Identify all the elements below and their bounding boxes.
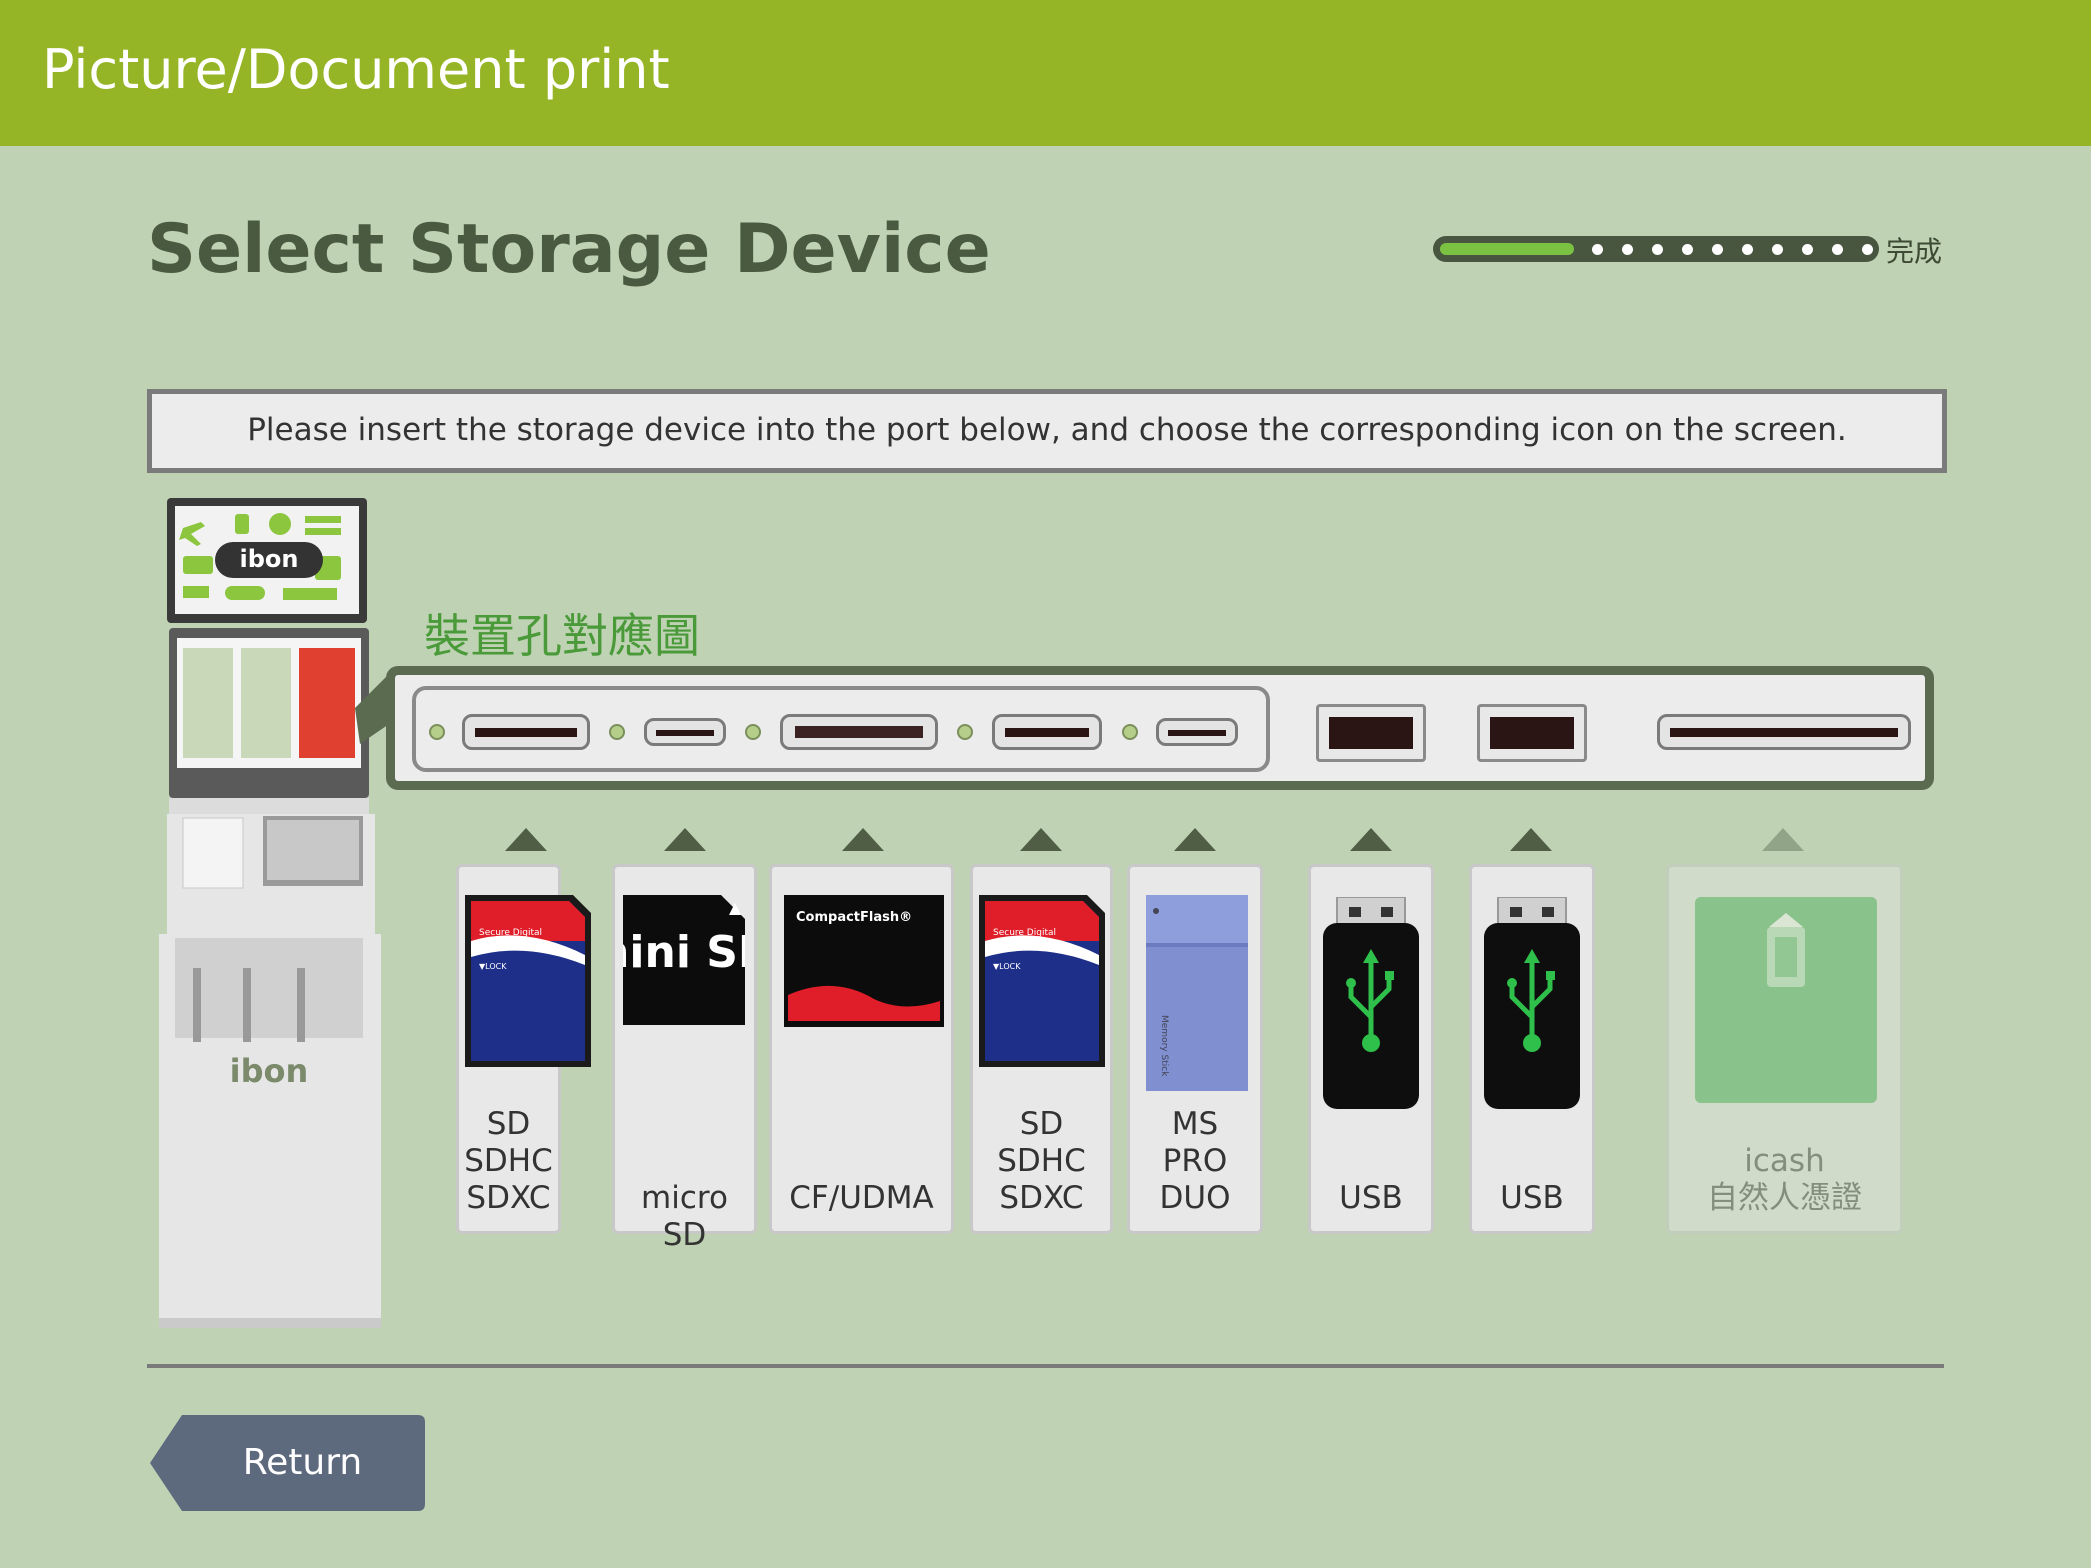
device-label-line: SD: [486, 1106, 531, 1142]
device-label-line: SDXC: [466, 1180, 551, 1216]
device-button-ms[interactable]: Memory Stick MS PRO DUO: [1127, 864, 1263, 1234]
progress-step-dot: [1592, 244, 1603, 255]
kiosk-body-logo: ibon: [230, 1052, 309, 1090]
return-button-label: Return: [242, 1442, 363, 1483]
port-led: [745, 724, 761, 740]
svg-text:▼LOCK: ▼LOCK: [479, 962, 507, 971]
progress-fill: [1440, 243, 1574, 255]
footer-divider: [147, 1364, 1944, 1368]
slot-arrow: [664, 828, 706, 851]
instruction-text: Please insert the storage device into th…: [247, 412, 1847, 448]
slot-arrow: [1510, 828, 1552, 851]
cf-slot: [780, 714, 938, 750]
device-label-line: icash: [1744, 1143, 1825, 1179]
device-button-sd[interactable]: Secure Digital ▼LOCK SD SDHC SDXC: [456, 864, 591, 1234]
sd-slot: [462, 714, 590, 750]
progress-step-dot: [1742, 244, 1753, 255]
device-label-line: PRO: [1162, 1143, 1228, 1179]
svg-text:CompactFlash®: CompactFlash®: [796, 910, 912, 925]
ms-slot: [1156, 718, 1238, 746]
progress-step-dot: [1622, 244, 1633, 255]
micro-sd-card-icon: mini SD: [623, 895, 745, 1025]
slot-arrow: [1020, 828, 1062, 851]
progress-step-dot: [1712, 244, 1723, 255]
progress-step-dot: [1862, 244, 1873, 255]
device-label-line: SDHC: [464, 1143, 553, 1179]
microsd-slot: [644, 718, 726, 746]
device-label-line: SDHC: [997, 1143, 1086, 1179]
slot-arrow: [505, 828, 547, 851]
slot-arrow: [1350, 828, 1392, 851]
svg-text:Memory Stick: Memory Stick: [1159, 1015, 1169, 1077]
device-label-line: USB: [1339, 1180, 1403, 1216]
device-label-line: CF/UDMA: [789, 1180, 934, 1216]
page-title: Select Storage Device: [147, 210, 991, 289]
compact-flash-icon: CompactFlash®: [784, 895, 944, 1027]
port-led: [609, 724, 625, 740]
device-label-line: USB: [1500, 1180, 1564, 1216]
progress-step-dot: [1682, 244, 1693, 255]
device-button-cf[interactable]: CompactFlash® CF/UDMA: [769, 864, 954, 1234]
port-led: [1122, 724, 1138, 740]
slot-arrow: [842, 828, 884, 851]
port-led: [957, 724, 973, 740]
usb-port-2: [1477, 704, 1587, 762]
header-title: Picture/Document print: [42, 38, 670, 101]
usb-port-1: [1316, 704, 1426, 762]
svg-text:▼LOCK: ▼LOCK: [993, 962, 1021, 971]
progress-step-dot: [1772, 244, 1783, 255]
progress-step-dot: [1652, 244, 1663, 255]
device-label-line: 自然人憑證: [1707, 1180, 1862, 1216]
memory-stick-icon: Memory Stick: [1146, 895, 1248, 1091]
device-button-microsd[interactable]: mini SD micro SD: [612, 864, 757, 1253]
progress-step-dot: [1802, 244, 1813, 255]
kiosk-screen-logo: ibon: [240, 545, 299, 573]
device-label-line: MS: [1171, 1106, 1219, 1142]
device-label-line: micro SD: [641, 1180, 728, 1253]
svg-text:mini SD: mini SD: [623, 927, 745, 978]
device-button-usb-2[interactable]: USB: [1469, 864, 1595, 1234]
device-label-line: SDXC: [999, 1180, 1084, 1216]
device-button-usb-1[interactable]: USB: [1308, 864, 1434, 1234]
svg-text:Secure Digital: Secure Digital: [993, 928, 1056, 938]
device-button-icash: icash 自然人憑證: [1666, 864, 1903, 1234]
kiosk-illustration: ibon ibon: [159, 498, 387, 1328]
port-map-label: 裝置孔對應圖: [424, 609, 700, 663]
usb-drive-icon: [1323, 897, 1419, 1109]
device-label-line: SD: [1019, 1106, 1064, 1142]
device-button-sd-2[interactable]: Secure Digital ▼LOCK SD SDHC SDXC: [970, 864, 1113, 1234]
sd-slot-2: [992, 714, 1102, 750]
slot-arrow: [1762, 828, 1804, 851]
progress-end-label: 完成: [1886, 235, 1943, 268]
sd-card-icon: Secure Digital ▼LOCK: [465, 895, 591, 1067]
progress-step-dot: [1832, 244, 1843, 255]
device-label-line: DUO: [1159, 1180, 1231, 1216]
svg-text:Secure Digital: Secure Digital: [479, 928, 542, 938]
slot-arrow: [1174, 828, 1216, 851]
sd-card-icon: Secure Digital ▼LOCK: [979, 895, 1105, 1067]
smart-card-icon: [1695, 897, 1877, 1103]
port-led: [429, 724, 445, 740]
icash-slot: [1657, 714, 1911, 750]
usb-drive-icon: [1484, 897, 1580, 1109]
